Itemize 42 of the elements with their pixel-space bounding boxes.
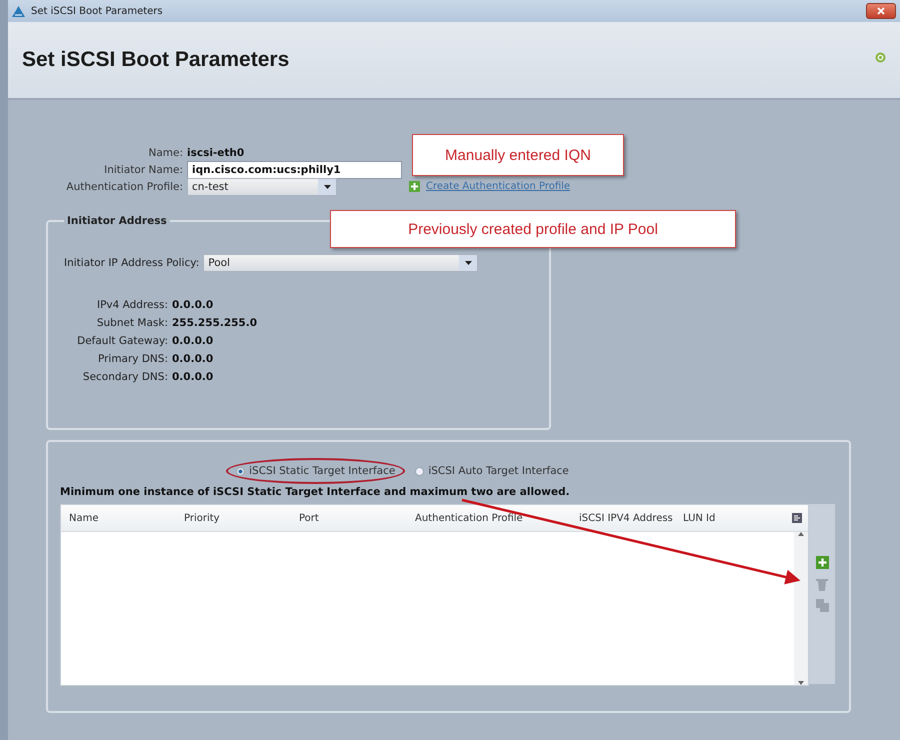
field-label: Initiator IP Address Policy: [64, 257, 200, 269]
field-label: Authentication Profile: [65, 180, 184, 192]
policy-dropdown[interactable]: Pool [203, 254, 478, 272]
column-header[interactable]: Priority [176, 512, 291, 524]
column-header[interactable]: iSCSI IPV4 Address [571, 512, 675, 524]
field-label: Name: [147, 146, 184, 158]
close-icon [877, 7, 885, 15]
column-header[interactable]: Port [291, 512, 407, 524]
caret-icon [324, 184, 330, 188]
radio-option[interactable]: iSCSI Auto Target Interface [405, 458, 579, 484]
close-button[interactable] [866, 3, 896, 19]
scroll-down-icon[interactable] [798, 681, 804, 685]
column-header[interactable]: LUN Id [675, 512, 743, 524]
field-label: Subnet Mask: [96, 317, 169, 329]
field-value: 0.0.0.0 [172, 371, 214, 383]
field-label: Primary DNS: [96, 353, 169, 365]
field-label: Secondary DNS: [82, 371, 169, 383]
add-icon[interactable] [816, 556, 829, 569]
radio-option[interactable]: iSCSI Static Target Interface [226, 458, 406, 484]
annotation-callout: Manually entered IQN [412, 134, 624, 176]
column-header[interactable]: Name [61, 512, 176, 524]
warning-triangle-icon [12, 6, 25, 16]
column-header[interactable]: Authentication Profile [407, 512, 571, 524]
field-value: 0.0.0.0 [172, 335, 214, 347]
column-chooser-icon[interactable] [792, 513, 802, 523]
window-title: Set iSCSI Boot Parameters [31, 6, 164, 16]
field-value: 255.255.255.0 [172, 317, 258, 329]
field-label: Default Gateway: [76, 335, 169, 347]
group-title: Initiator Address [66, 215, 168, 227]
field-label: IPv4 Address: [96, 299, 169, 311]
scrollbar[interactable] [794, 532, 808, 685]
field-value: iscsi-eth0 [187, 146, 244, 158]
note-text: Minimum one instance of iSCSI Static Target Interface and maximum two are allowed. [60, 486, 571, 498]
help-icon[interactable] [875, 52, 886, 63]
initiator-name-field[interactable]: iqn.cisco.com:ucs:philly1 [187, 160, 402, 178]
caret-icon [464, 261, 472, 265]
field-value: 0.0.0.0 [172, 299, 214, 311]
field-value: 0.0.0.0 [172, 353, 214, 365]
add-icon[interactable] [409, 181, 420, 192]
dialog-heading: Set iSCSI Boot Parameters [22, 48, 290, 72]
field-label: Initiator Name: [103, 164, 184, 176]
annotation-callout: Previously created profile and IP Pool [330, 210, 736, 248]
